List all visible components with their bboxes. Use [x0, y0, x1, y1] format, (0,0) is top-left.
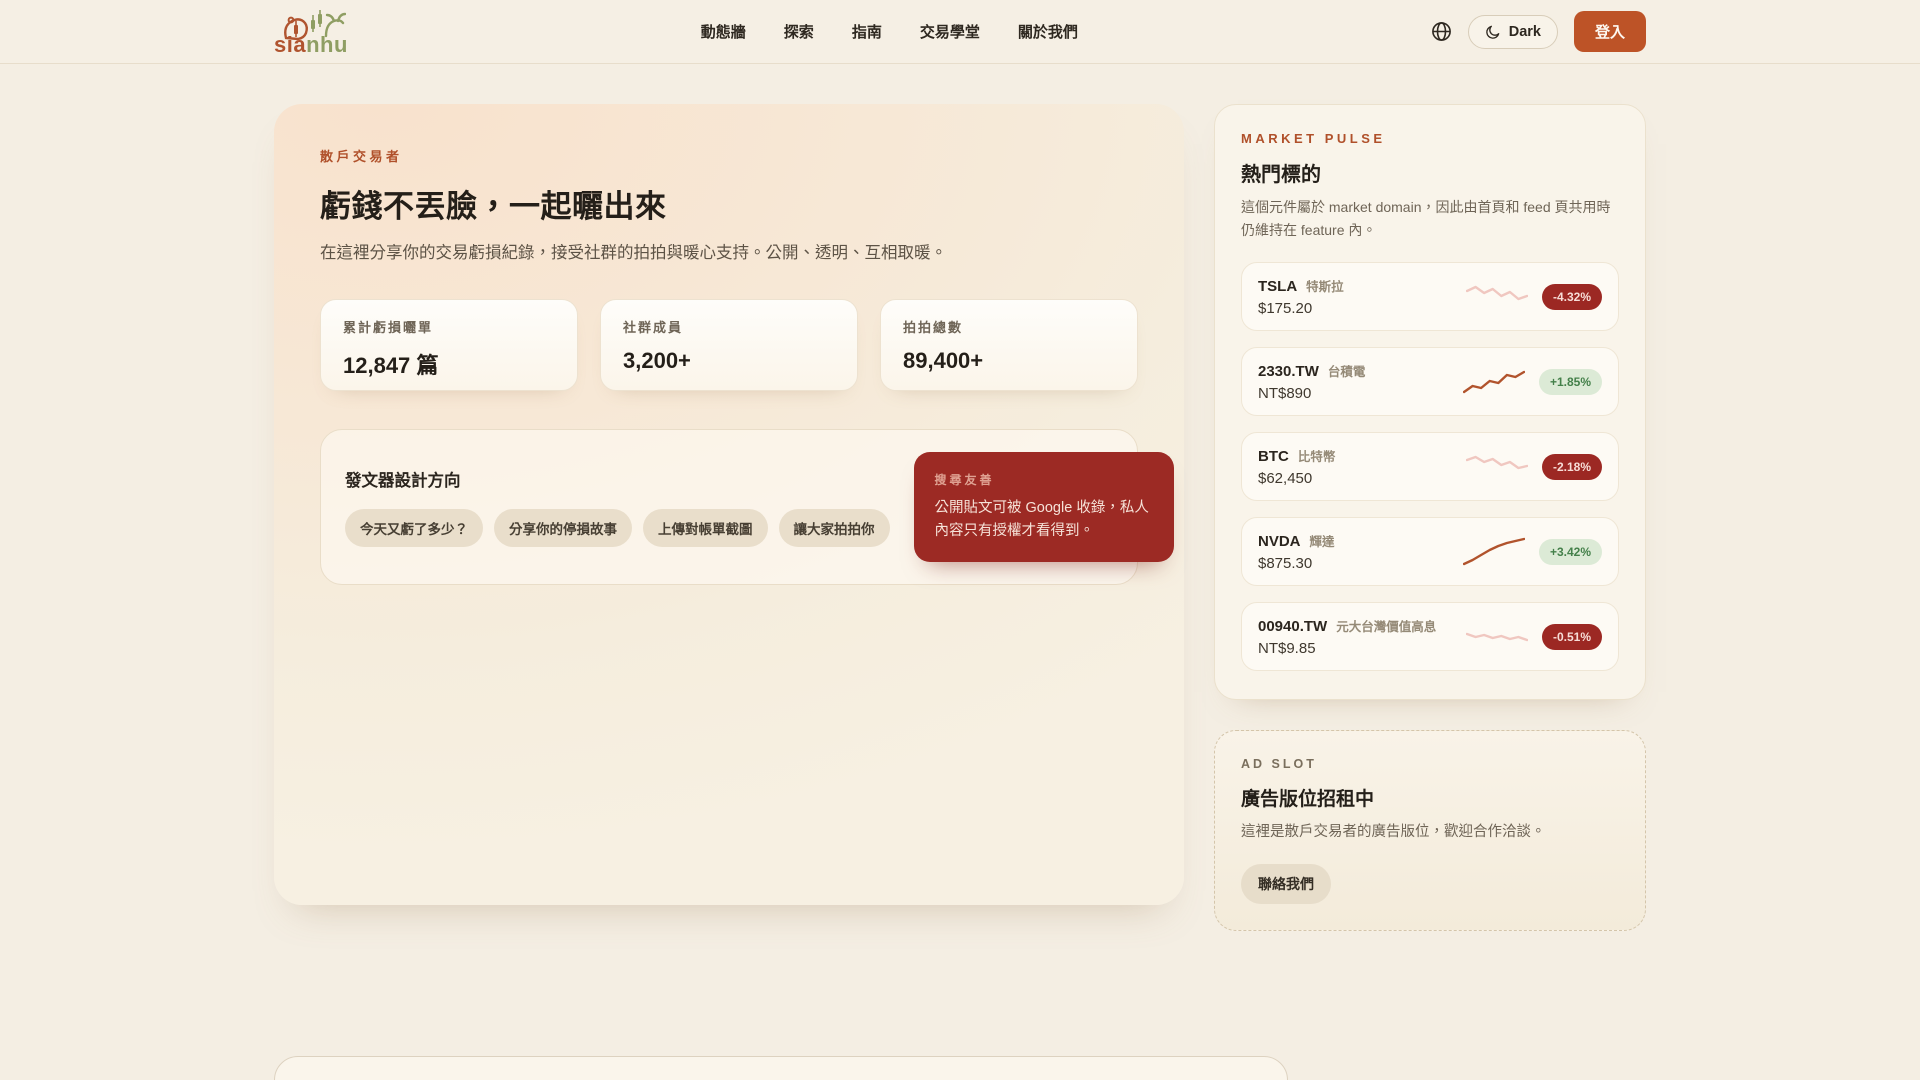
- stock-name: 特斯拉: [1306, 280, 1344, 295]
- hero-subtitle: 在這裡分享你的交易虧損紀錄，接受社群的拍拍與暖心支持。公開、透明、互相取暖。: [320, 244, 947, 262]
- market-pulse-title: 熱門標的: [1241, 164, 1321, 186]
- nav-item-feed[interactable]: 動態牆: [701, 21, 746, 42]
- market-pulse-description: 這個元件屬於 market domain，因此由首頁和 feed 頁共用時仍維持…: [1241, 199, 1611, 239]
- contact-us-button[interactable]: 聯絡我們: [1241, 864, 1331, 905]
- stock-info: NVDA 輝達 $875.30: [1258, 531, 1335, 572]
- market-pulse-eyebrow: MARKET PULSE: [1241, 131, 1386, 146]
- stock-name: 台積電: [1327, 365, 1366, 380]
- seo-friendly-callout: 搜尋友善 公開貼文可被 Google 收錄，私人內容只有授權才看得到。: [913, 452, 1174, 563]
- stat-value: 89,400+: [903, 348, 984, 373]
- composer-tags: 今天又虧了多少？ 分享你的停損故事 上傳對帳單截圖 讓大家拍拍你: [345, 509, 890, 548]
- stock-row-nvda[interactable]: NVDA 輝達 $875.30 +3.42%: [1241, 517, 1619, 587]
- theme-toggle-button[interactable]: Dark: [1467, 14, 1558, 49]
- ad-slot-description: 這裡是散戶交易者的廣告版位，歡迎合作洽談。: [1241, 824, 1546, 841]
- hot-topics-card: 熱門話題: [274, 1056, 1288, 1080]
- stock-info: TSLA 特斯拉 $175.20: [1258, 276, 1344, 317]
- moon-icon: [1485, 25, 1500, 39]
- stock-name: 輝達: [1309, 535, 1335, 550]
- brand-logo[interactable]: sianhu: [274, 8, 348, 56]
- stat-card-loss-posts: 累計虧損曬單 12,847 篇: [320, 299, 578, 391]
- sparkline-chart: [1462, 370, 1525, 393]
- market-pulse-card: MARKET PULSE 熱門標的 這個元件屬於 market domain，因…: [1214, 104, 1646, 701]
- stock-name: 比特幣: [1297, 450, 1336, 465]
- top-nav-bar: sianhu 動態牆 探索 指南 交易學堂 關於我們 Dark 登入: [0, 0, 1920, 64]
- stock-price: NT$890: [1258, 385, 1312, 403]
- sparkline-chart: [1465, 285, 1528, 300]
- brand-wordmark: sianhu: [274, 31, 348, 57]
- theme-toggle-label: Dark: [1508, 23, 1541, 40]
- stat-label: 累計虧損曬單: [343, 320, 434, 335]
- stat-value: 3,200+: [623, 348, 691, 373]
- stock-symbol: 2330.TW: [1258, 363, 1319, 381]
- stat-label: 拍拍總數: [903, 320, 964, 335]
- composer-tag[interactable]: 讓大家拍拍你: [778, 509, 890, 548]
- composer-direction-card: 發文器設計方向 今天又虧了多少？ 分享你的停損故事 上傳對帳單截圖 讓大家拍拍你…: [320, 429, 1174, 586]
- header-actions: Dark 登入: [1431, 11, 1646, 52]
- stat-label: 社群成員: [623, 320, 684, 335]
- hero-title: 虧錢不丟臉，一起曬出來: [320, 189, 667, 224]
- nav-item-guide[interactable]: 指南: [852, 21, 882, 42]
- ad-slot-card: AD SLOT 廣告版位招租中 這裡是散戶交易者的廣告版位，歡迎合作洽談。 聯絡…: [1214, 730, 1646, 932]
- main-nav: 動態牆 探索 指南 交易學堂 關於我們: [348, 21, 1431, 42]
- right-sidebar: MARKET PULSE 熱門標的 這個元件屬於 market domain，因…: [1214, 104, 1646, 932]
- composer-tag[interactable]: 今天又虧了多少？: [345, 509, 483, 548]
- composer-title: 發文器設計方向: [345, 472, 461, 491]
- sparkline-chart: [1465, 632, 1528, 641]
- hero-eyebrow: 散戶交易者: [320, 149, 403, 164]
- sparkline-chart: [1465, 455, 1528, 469]
- stock-info: 00940.TW 元大台灣價值高息 NT$9.85: [1258, 616, 1436, 657]
- stock-price: $875.30: [1258, 555, 1313, 573]
- stock-symbol: TSLA: [1258, 278, 1298, 296]
- stat-card-pats: 拍拍總數 89,400+: [880, 299, 1138, 391]
- seo-eyebrow: 搜尋友善: [934, 473, 995, 487]
- composer-tag[interactable]: 上傳對帳單截圖: [643, 509, 768, 548]
- composer-left: 發文器設計方向 今天又虧了多少？ 分享你的停損故事 上傳對帳單截圖 讓大家拍拍你: [345, 467, 890, 548]
- hero-card: 散戶交易者 虧錢不丟臉，一起曬出來 在這裡分享你的交易虧損紀錄，接受社群的拍拍與…: [274, 104, 1184, 905]
- change-badge: +3.42%: [1538, 538, 1602, 565]
- stock-price: $175.20: [1258, 300, 1313, 318]
- nav-item-explore[interactable]: 探索: [784, 21, 814, 42]
- nav-item-about[interactable]: 關於我們: [1018, 21, 1078, 42]
- stat-value: 12,847 篇: [343, 353, 439, 378]
- stock-price: NT$9.85: [1258, 640, 1316, 658]
- language-globe-button[interactable]: [1431, 21, 1452, 42]
- nav-item-academy[interactable]: 交易學堂: [920, 21, 980, 42]
- stock-row-2330[interactable]: 2330.TW 台積電 NT$890 +1.85%: [1241, 347, 1619, 417]
- login-button[interactable]: 登入: [1573, 11, 1646, 52]
- stock-symbol: 00940.TW: [1258, 618, 1328, 636]
- change-badge: -0.51%: [1541, 623, 1602, 650]
- stock-name: 元大台灣價值高息: [1336, 620, 1437, 635]
- stock-info: 2330.TW 台積電 NT$890: [1258, 361, 1365, 402]
- stock-list: TSLA 特斯拉 $175.20 -4.32% 2330.TW 台積電 NT$8…: [1241, 262, 1619, 672]
- composer-tag[interactable]: 分享你的停損故事: [494, 509, 632, 548]
- main-content: 散戶交易者 虧錢不丟臉，一起曬出來 在這裡分享你的交易虧損紀錄，接受社群的拍拍與…: [274, 104, 1646, 1080]
- stock-symbol: BTC: [1258, 448, 1289, 466]
- seo-text: 公開貼文可被 Google 收錄，私人內容只有授權才看得到。: [934, 500, 1149, 540]
- change-badge: -4.32%: [1541, 283, 1602, 310]
- ad-slot-eyebrow: AD SLOT: [1241, 757, 1317, 772]
- stock-price: $62,450: [1258, 470, 1313, 488]
- hero-stats: 累計虧損曬單 12,847 篇 社群成員 3,200+ 拍拍總數 89,400+: [320, 299, 1138, 391]
- stock-row-btc[interactable]: BTC 比特幣 $62,450 -2.18%: [1241, 432, 1619, 502]
- stock-row-00940[interactable]: 00940.TW 元大台灣價值高息 NT$9.85 -0.51%: [1241, 602, 1619, 672]
- stock-row-tsla[interactable]: TSLA 特斯拉 $175.20 -4.32%: [1241, 262, 1619, 332]
- change-badge: +1.85%: [1538, 368, 1602, 395]
- stock-symbol: NVDA: [1258, 533, 1301, 551]
- stat-card-members: 社群成員 3,200+: [600, 299, 858, 391]
- ad-slot-title: 廣告版位招租中: [1241, 789, 1375, 811]
- sparkline-chart: [1462, 537, 1525, 565]
- globe-icon: [1431, 22, 1451, 41]
- stock-info: BTC 比特幣 $62,450: [1258, 446, 1335, 487]
- change-badge: -2.18%: [1541, 453, 1602, 480]
